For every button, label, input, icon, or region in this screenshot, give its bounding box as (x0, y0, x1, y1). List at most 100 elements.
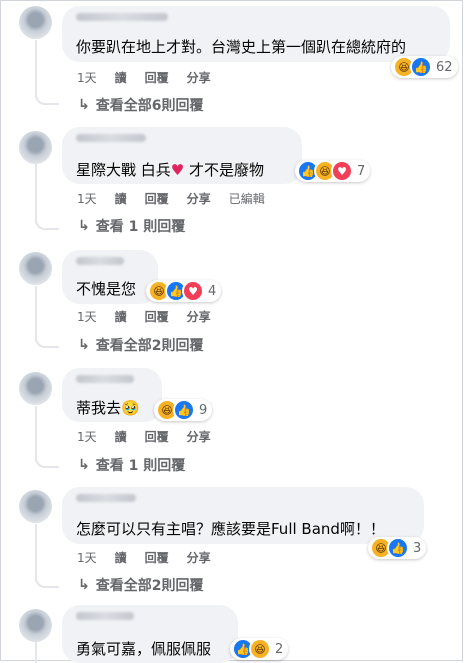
reaction-count: 2 (275, 641, 284, 657)
share-button[interactable]: 分享 (187, 549, 211, 566)
thread-elbow (35, 336, 59, 348)
read-button[interactable]: 讀 (115, 428, 127, 445)
commenter-name-blurred[interactable] (76, 13, 168, 21)
comment-text: 怎麼可以只有主唱？應該要是Full Band啊！！ (76, 520, 385, 538)
comment-text-part: 才不是廢物 (184, 161, 265, 179)
avatar[interactable] (19, 609, 52, 642)
commenter-name-blurred[interactable] (76, 257, 124, 265)
view-replies-link[interactable]: ↳ 查看 1 則回覆 (78, 216, 185, 236)
reaction-summary[interactable]: 😆 👍 3 (368, 537, 427, 559)
read-button[interactable]: 讀 (115, 190, 127, 207)
reaction-summary[interactable]: 😆 👍 ♥ 4 (146, 280, 222, 302)
commenter-name-blurred[interactable] (76, 134, 146, 142)
comment-actions: 1天 讀 回覆 分享 (77, 308, 211, 325)
reaction-summary[interactable]: 👍 😆 ♥ 7 (295, 160, 371, 182)
thread-elbow (35, 218, 59, 230)
reply-button[interactable]: 回覆 (145, 190, 169, 207)
thread-line (35, 286, 37, 341)
share-button[interactable]: 分享 (187, 69, 211, 86)
haha-reaction-icon: 😆 (249, 638, 271, 660)
view-replies-label: 查看全部2則回覆 (95, 578, 204, 594)
avatar[interactable] (19, 252, 52, 285)
reaction-summary[interactable]: 👍 😆 2 (230, 638, 289, 660)
comment-actions: 1天 讀 回覆 分享 (77, 549, 211, 566)
heart-icon: ♥ (170, 161, 185, 179)
reaction-count: 3 (413, 540, 422, 556)
like-reaction-icon: 👍 (410, 56, 432, 78)
comment-text: 星際大戰 白兵♥ 才不是廢物 (76, 159, 264, 180)
share-button[interactable]: 分享 (187, 308, 211, 325)
comment-text-part: 星際大戰 白兵 (76, 161, 171, 179)
thread-elbow (35, 456, 59, 468)
comment-text: 蒂我去🥹 (76, 397, 140, 418)
comment-actions: 1天 讀 回覆 分享 (77, 428, 211, 445)
like-reaction-icon: 👍 (173, 399, 195, 421)
reply-arrow-icon: ↳ (78, 97, 90, 113)
view-replies-label: 查看 1 則回覆 (95, 458, 186, 474)
commenter-name-blurred[interactable] (76, 612, 134, 620)
comment-text: 你要趴在地上才對。台灣史上第一個趴在總統府的 (76, 38, 407, 56)
read-button[interactable]: 讀 (115, 69, 127, 86)
comment-text: 不愧是您 (76, 280, 137, 298)
reaction-count: 9 (199, 402, 208, 418)
love-reaction-icon: ♥ (182, 280, 204, 302)
timestamp-link[interactable]: 1天 (77, 190, 97, 207)
reaction-summary[interactable]: 😆 👍 62 (391, 56, 458, 78)
commenter-name-blurred[interactable] (76, 494, 136, 502)
view-replies-link[interactable]: ↳ 查看 1 則回覆 (78, 455, 185, 475)
view-replies-label: 查看 1 則回覆 (95, 219, 186, 235)
thread-line (35, 524, 37, 581)
comment-bubble: 蒂我去🥹 (62, 368, 162, 422)
timestamp-link[interactable]: 1天 (77, 428, 97, 445)
like-reaction-icon: 👍 (387, 537, 409, 559)
reaction-count: 7 (357, 163, 366, 179)
thread-line (35, 164, 37, 223)
thread-line (35, 406, 37, 461)
love-reaction-icon: ♥ (331, 160, 353, 182)
reply-arrow-icon: ↳ (78, 577, 90, 593)
comment-actions: 1天 讀 回覆 分享 已編輯 (77, 190, 265, 207)
timestamp-link[interactable]: 1天 (77, 69, 97, 86)
comment-bubble: 勇氣可嘉，佩服佩服 (62, 605, 238, 663)
thread-elbow (35, 93, 59, 105)
comment-panel (0, 0, 463, 661)
comment-bubble: 星際大戰 白兵♥ 才不是廢物 (62, 127, 302, 184)
comment-text-part: 蒂我去 (76, 399, 122, 417)
view-replies-label: 查看全部6則回覆 (95, 98, 204, 114)
comment-text: 勇氣可嘉，佩服佩服 (76, 640, 212, 658)
view-replies-label: 查看全部2則回覆 (95, 338, 204, 354)
edited-label: 已編輯 (228, 192, 265, 206)
avatar[interactable] (19, 131, 52, 164)
view-replies-link[interactable]: ↳ 查看全部2則回覆 (78, 335, 203, 355)
pleading-face-emoji: 🥹 (121, 399, 140, 417)
read-button[interactable]: 讀 (115, 308, 127, 325)
commenter-name-blurred[interactable] (76, 375, 134, 383)
avatar[interactable] (19, 490, 52, 523)
comment-bubble: 不愧是您 (62, 250, 158, 304)
reply-button[interactable]: 回覆 (145, 308, 169, 325)
avatar[interactable] (19, 6, 52, 39)
reply-button[interactable]: 回覆 (145, 428, 169, 445)
reply-arrow-icon: ↳ (78, 337, 90, 353)
share-button[interactable]: 分享 (187, 428, 211, 445)
reaction-summary[interactable]: 😆 👍 9 (154, 399, 213, 421)
read-button[interactable]: 讀 (115, 549, 127, 566)
reaction-count: 62 (436, 59, 453, 75)
avatar[interactable] (19, 372, 52, 405)
comment-bubble: 怎麼可以只有主唱？應該要是Full Band啊！！ (62, 487, 424, 544)
reaction-count: 4 (208, 283, 217, 299)
reply-arrow-icon: ↳ (78, 218, 90, 234)
thread-line (35, 642, 37, 663)
reply-button[interactable]: 回覆 (145, 69, 169, 86)
reply-button[interactable]: 回覆 (145, 549, 169, 566)
timestamp-link[interactable]: 1天 (77, 308, 97, 325)
view-replies-link[interactable]: ↳ 查看全部6則回覆 (78, 95, 203, 115)
reply-arrow-icon: ↳ (78, 457, 90, 473)
comment-bubble: 你要趴在地上才對。台灣史上第一個趴在總統府的 (62, 6, 450, 62)
comment-actions: 1天 讀 回覆 分享 (77, 69, 211, 86)
thread-elbow (35, 576, 59, 588)
timestamp-link[interactable]: 1天 (77, 549, 97, 566)
view-replies-link[interactable]: ↳ 查看全部2則回覆 (78, 575, 203, 595)
thread-line (35, 40, 37, 98)
share-button[interactable]: 分享 (187, 190, 211, 207)
